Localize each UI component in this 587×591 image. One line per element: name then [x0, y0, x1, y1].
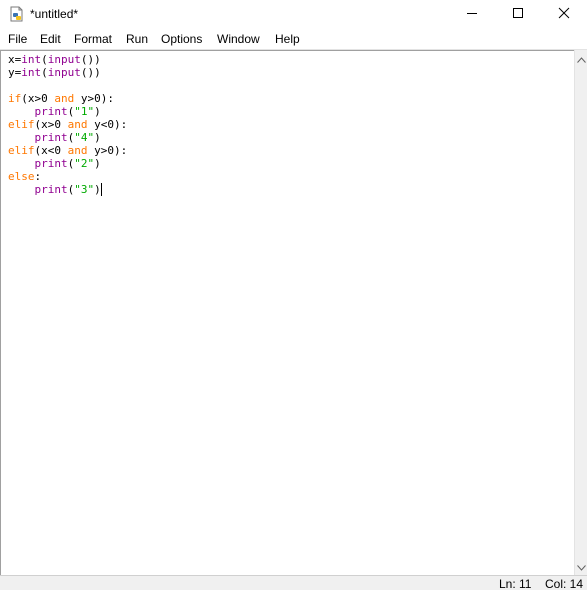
code-token: x= — [8, 53, 22, 66]
scroll-down-button[interactable] — [575, 560, 587, 573]
code-token: (x>0 — [34, 118, 68, 131]
code-line[interactable]: x=int(input()) — [8, 53, 127, 66]
code-token: elif — [8, 144, 35, 157]
code-token: int — [21, 66, 42, 79]
arrow-up-icon — [577, 50, 586, 68]
code-token: y>0): — [87, 144, 128, 157]
menu-run[interactable]: Run — [126, 32, 148, 46]
code-token: : — [34, 170, 42, 183]
code-token: print — [34, 183, 68, 196]
code-line[interactable] — [8, 79, 127, 92]
menu-bar: File Edit Format Run Options Window Help — [0, 30, 587, 50]
code-token: y= — [8, 66, 22, 79]
code-token: "4" — [74, 131, 95, 144]
minimize-icon — [466, 6, 478, 24]
close-icon — [558, 6, 570, 24]
menu-file[interactable]: File — [8, 32, 27, 46]
code-token: "3" — [74, 183, 95, 196]
code-token: ( — [41, 53, 48, 66]
arrow-down-icon — [577, 558, 586, 576]
code-token: ()) — [80, 53, 101, 66]
text-cursor — [100, 183, 102, 196]
code-token: ()) — [80, 66, 101, 79]
code-token: y<0): — [87, 118, 128, 131]
code-line[interactable]: elif(x>0 and y<0): — [8, 118, 127, 131]
code-token: "1" — [74, 105, 95, 118]
close-button[interactable] — [541, 0, 587, 30]
code-token: ) — [94, 105, 101, 118]
code-token: if — [8, 92, 22, 105]
code-token: input — [47, 66, 81, 79]
title-bar[interactable]: *untitled* — [0, 0, 587, 30]
code-token: ) — [94, 131, 101, 144]
code-token: print — [34, 157, 68, 170]
vertical-scrollbar[interactable] — [574, 50, 587, 575]
code-token: and — [54, 92, 75, 105]
python-idle-icon — [9, 6, 25, 22]
line-indicator: Ln: 11 — [499, 577, 532, 591]
code-token: (x>0 — [21, 92, 55, 105]
code-line[interactable]: if(x>0 and y>0): — [8, 92, 127, 105]
code-token: (x<0 — [34, 144, 68, 157]
column-indicator: Col: 14 — [545, 577, 584, 591]
status-bar: Ln: 11 Col: 14 — [0, 575, 587, 591]
code-token: ) — [94, 183, 101, 196]
code-token: elif — [8, 118, 35, 131]
code-editor[interactable]: x=int(input()) y=int(input()) if(x>0 and y… — [0, 50, 574, 575]
scroll-up-button[interactable] — [575, 52, 587, 65]
code-token: ( — [41, 66, 48, 79]
code-token: and — [67, 118, 88, 131]
code-line[interactable]: print("2") — [8, 157, 127, 170]
code-token: ) — [94, 157, 101, 170]
menu-options[interactable]: Options — [161, 32, 202, 46]
code-token: print — [34, 105, 68, 118]
code-token: and — [67, 144, 88, 157]
code-token: print — [34, 131, 68, 144]
code-token: else — [8, 170, 35, 183]
code-token: "2" — [74, 157, 95, 170]
code-line[interactable]: elif(x<0 and y>0): — [8, 144, 127, 157]
code-line[interactable]: print("4") — [8, 131, 127, 144]
code-line[interactable]: print("1") — [8, 105, 127, 118]
code-token: input — [47, 53, 81, 66]
menu-window[interactable]: Window — [217, 32, 260, 46]
minimize-button[interactable] — [449, 0, 495, 30]
menu-help[interactable]: Help — [275, 32, 300, 46]
menu-edit[interactable]: Edit — [40, 32, 61, 46]
code-token: int — [21, 53, 42, 66]
maximize-icon — [512, 6, 524, 24]
window-title: *untitled* — [30, 7, 79, 21]
code-token: y>0): — [74, 92, 114, 105]
code-text[interactable]: x=int(input()) y=int(input()) if(x>0 and y… — [8, 53, 127, 196]
code-line[interactable]: else: — [8, 170, 127, 183]
code-line[interactable]: print("3") — [8, 183, 127, 196]
menu-format[interactable]: Format — [74, 32, 112, 46]
maximize-button[interactable] — [495, 0, 541, 30]
code-line[interactable]: y=int(input()) — [8, 66, 127, 79]
